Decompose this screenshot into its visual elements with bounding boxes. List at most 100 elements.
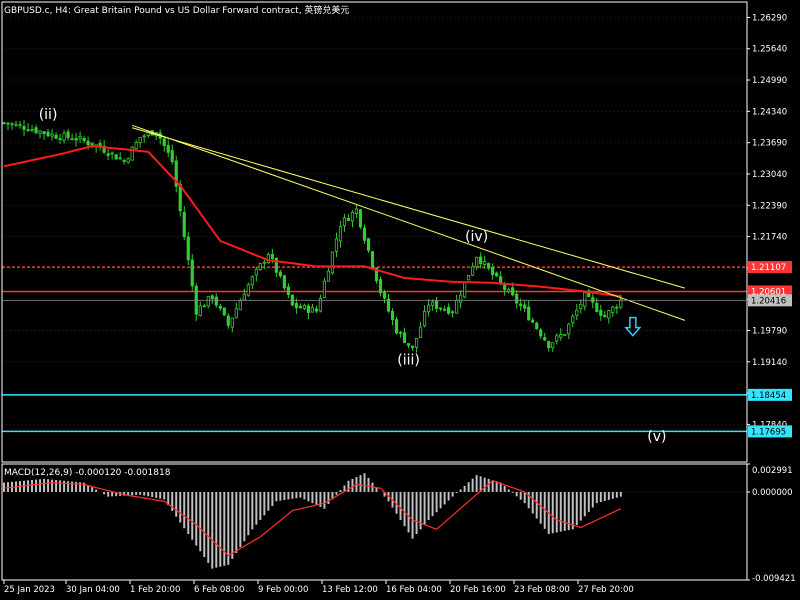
candle-body (78, 136, 82, 140)
candle-body (591, 297, 595, 303)
macd-title: MACD(12,26,9) -0.000120 -0.001818 (4, 468, 171, 478)
candle-body (258, 263, 262, 270)
candle-body (198, 305, 202, 316)
candle-body (410, 345, 415, 348)
candle-body (62, 132, 66, 141)
x-tick-label: 30 Jan 04:00 (66, 585, 120, 595)
price-grid (2, 16, 747, 425)
candle-body (86, 140, 90, 146)
candle-body (567, 323, 571, 335)
candle-body (306, 305, 311, 314)
candle-body (459, 294, 463, 303)
candle-body (426, 304, 431, 313)
candle-body (511, 287, 515, 296)
level-badge-label: 1.18454 (751, 391, 786, 401)
candle-body (186, 236, 190, 261)
candle-body (46, 131, 50, 137)
candle-body (479, 256, 483, 265)
candle-body (599, 309, 603, 316)
candle-body (70, 138, 74, 141)
candle-body (422, 310, 427, 327)
candle-body (118, 157, 122, 160)
candle-body (467, 275, 471, 281)
trend-line[interactable] (132, 127, 686, 289)
candle-body (406, 343, 411, 346)
candle-body (619, 299, 623, 308)
candle-body (10, 123, 14, 126)
candle-body (226, 315, 230, 326)
candle-body (583, 292, 587, 307)
candle-body (398, 331, 403, 334)
candle-body (615, 306, 619, 309)
candle-body (475, 256, 479, 268)
candle-body (254, 268, 258, 276)
candle-body (442, 308, 447, 311)
candle-body (471, 266, 475, 276)
candle-body (346, 218, 351, 221)
y-tick-label: 1.24990 (752, 76, 787, 86)
candle-body (434, 300, 439, 309)
candle-body (30, 129, 34, 131)
macd-tick-label: -0.009421 (752, 574, 796, 584)
candle-body (322, 280, 327, 299)
candle-body (74, 138, 78, 141)
x-tick-label: 6 Feb 08:00 (194, 585, 244, 595)
time-axis: 25 Jan 2023 30 Jan 04:00 1 Feb 20:00 6 Feb … (3, 580, 634, 595)
y-tick-label: 1.22390 (752, 201, 787, 211)
candle-body (611, 306, 615, 313)
y-tick-label: 1.21740 (752, 233, 787, 243)
y-tick-label: 1.23690 (752, 139, 787, 149)
candle-body (366, 238, 371, 251)
candle-body (539, 329, 543, 337)
x-tick-label: 16 Feb 04:00 (386, 585, 442, 595)
candle-body (54, 134, 58, 139)
candle-body (82, 137, 86, 142)
candle-body (370, 251, 375, 268)
candle-body (230, 317, 234, 328)
level-badge-label: 1.21107 (751, 263, 786, 273)
candle-body (559, 334, 563, 338)
level-badge-label: 1.17695 (751, 427, 786, 437)
candle-body (330, 251, 335, 274)
x-tick-label: 13 Feb 12:00 (322, 585, 378, 595)
candle-body (238, 300, 242, 311)
candle-body (114, 154, 118, 160)
candle-body (142, 135, 146, 138)
candle-body (535, 322, 539, 330)
ma-line (3, 144, 621, 298)
y-tick-label: 1.25640 (752, 45, 787, 55)
candle-body (386, 298, 391, 312)
macd-axis: 0.002991 0.000000 -0.009421 (747, 463, 796, 584)
candle-body (519, 303, 523, 307)
candle-body (438, 307, 443, 310)
candle-body (66, 131, 70, 139)
candle-body (190, 259, 194, 287)
horizontal-levels[interactable] (2, 266, 747, 433)
macd-tick-label: 0.000000 (752, 488, 793, 498)
price-badges: 1.211071.206011.184541.176951.20416 (2, 261, 792, 438)
candle-body (106, 153, 110, 156)
candle-body (14, 123, 18, 126)
arrow-shape (624, 316, 642, 337)
candle-body (430, 301, 435, 306)
candle-body (34, 127, 38, 134)
price-candles[interactable] (2, 120, 623, 353)
candle-body (551, 342, 555, 349)
candle-body (162, 138, 166, 146)
candle-body (575, 309, 579, 316)
candle-body (378, 279, 383, 294)
candle-body (563, 333, 567, 336)
candle-body (58, 138, 62, 141)
candle-body (294, 303, 298, 309)
candle-body (571, 315, 575, 324)
candle-body (350, 211, 355, 222)
candle-body (394, 319, 399, 334)
candle-body (246, 284, 250, 296)
candle-body (483, 261, 487, 265)
candle-body (22, 126, 26, 130)
candle-body (214, 296, 218, 306)
candle-body (110, 152, 114, 155)
candle-body (42, 131, 46, 135)
y-tick-label: 1.23040 (752, 170, 787, 180)
chart-canvas[interactable]: (ii)(iii)(iv)(v) 1.262901.256401.249901.… (0, 0, 800, 600)
